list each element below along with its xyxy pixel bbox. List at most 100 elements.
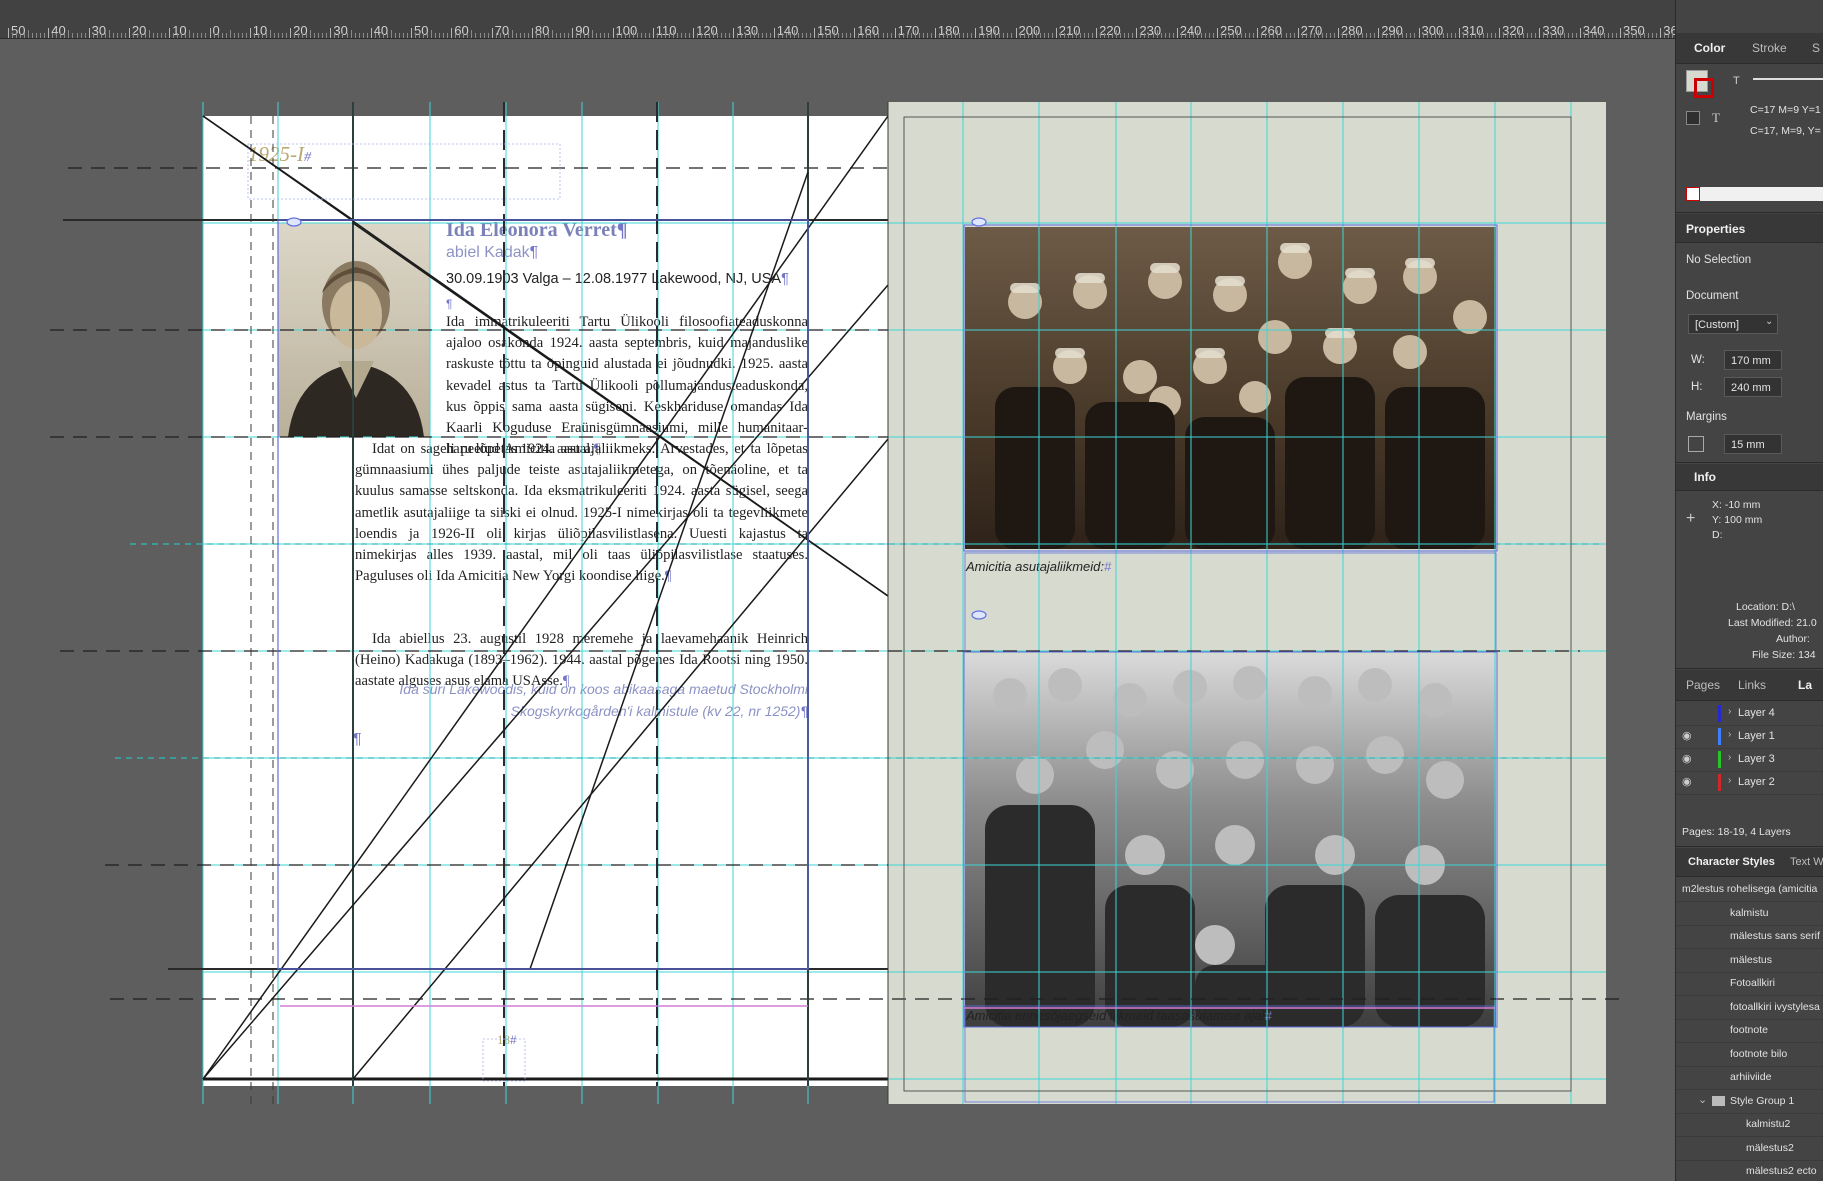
- ruler-label: 330: [1542, 23, 1565, 38]
- height-field[interactable]: 240 mm: [1724, 377, 1782, 397]
- ruler-minor-tick: [378, 33, 380, 38]
- properties-panel-header[interactable]: Properties: [1676, 214, 1823, 243]
- tab-text-wrap[interactable]: Text W: [1790, 856, 1823, 868]
- founders-group-photo[interactable]: [965, 227, 1496, 549]
- layers-panel-tabs[interactable]: Pages Links La: [1676, 670, 1823, 701]
- ruler-minor-tick: [1511, 33, 1513, 38]
- tab-character-styles[interactable]: Character Styles: [1688, 856, 1775, 868]
- character-style-item[interactable]: footnote bilo: [1676, 1043, 1823, 1067]
- ruler-minor-tick: [24, 33, 26, 38]
- character-style-item[interactable]: m2lestus rohelisega (amicitia: [1676, 878, 1823, 902]
- visibility-eye-icon[interactable]: ◉: [1682, 775, 1692, 788]
- burial-note[interactable]: Ida suri Lakewoodis, kuid on koos abikaa…: [355, 678, 808, 722]
- none-color-icon[interactable]: [1686, 187, 1700, 201]
- ruler-minor-tick: [1442, 33, 1444, 38]
- tab-swatches[interactable]: S: [1812, 41, 1820, 55]
- page-folio[interactable]: 18#: [497, 1032, 517, 1048]
- formatting-text-icon[interactable]: T: [1712, 110, 1720, 126]
- ruler-tick: [411, 28, 412, 38]
- ruler-tick: [1499, 28, 1501, 38]
- width-field[interactable]: 170 mm: [1724, 350, 1782, 370]
- caption-founders[interactable]: Amicitia asutajaliikmeid:#: [966, 559, 1111, 574]
- horizontal-ruler[interactable]: 50 40 30 20 10 0 10 20 30 40 50 60 70 80 90 100 110 120 13…: [0, 0, 1680, 39]
- life-dates-line[interactable]: 30.09.1903 Valga – 12.08.1977 Lakewood, …: [446, 271, 789, 287]
- caption-reunion[interactable]: Amicitia ennesõjaegseid liikmeid taasasu…: [966, 1008, 1272, 1023]
- tab-properties[interactable]: Properties: [1686, 222, 1745, 236]
- margins-field[interactable]: 15 mm: [1724, 434, 1782, 454]
- ruler-minor-tick: [467, 33, 469, 38]
- character-style-item[interactable]: footnote: [1676, 1019, 1823, 1043]
- margins-icon[interactable]: [1688, 436, 1704, 452]
- ruler-minor-tick: [402, 33, 404, 38]
- chevron-right-icon[interactable]: ›: [1728, 752, 1731, 763]
- married-name-line[interactable]: abiel Kadak¶: [446, 244, 538, 262]
- pilcrow: ¶: [800, 703, 808, 719]
- visibility-eye-icon[interactable]: ◉: [1682, 752, 1692, 765]
- style-group-item[interactable]: ⌄ Style Group 1: [1676, 1090, 1823, 1114]
- chevron-right-icon[interactable]: ›: [1728, 729, 1731, 740]
- layer-row[interactable]: › Layer 4: [1676, 702, 1823, 726]
- running-head[interactable]: 1925-I#: [248, 142, 311, 167]
- tab-stroke[interactable]: Stroke: [1752, 41, 1787, 55]
- ruler-label: 310: [1461, 23, 1484, 38]
- panels-dock[interactable]: Color Stroke S T C=17 M=9 Y=1 C=17, M=9,…: [1675, 0, 1823, 1181]
- chevron-down-icon[interactable]: ⌄: [1765, 316, 1773, 327]
- character-style-item[interactable]: mälestus sans serif: [1676, 925, 1823, 949]
- color-panel-tabs[interactable]: Color Stroke S: [1676, 33, 1823, 64]
- character-style-item[interactable]: mälestus2: [1676, 1137, 1823, 1161]
- ruler-minor-tick: [366, 33, 368, 38]
- ruler-minor-tick: [140, 33, 142, 38]
- character-styles-tabs[interactable]: Character Styles Text W: [1676, 848, 1823, 877]
- stroke-swatch[interactable]: [1694, 78, 1714, 98]
- character-style-item[interactable]: mälestus: [1676, 949, 1823, 973]
- tab-pages[interactable]: Pages: [1686, 678, 1720, 692]
- color-ramp[interactable]: [1686, 187, 1823, 201]
- character-style-item[interactable]: kalmistu: [1676, 902, 1823, 926]
- character-style-item[interactable]: arhiiviide: [1676, 1066, 1823, 1090]
- character-style-item[interactable]: kalmistu2: [1676, 1113, 1823, 1137]
- ruler-minor-tick: [1394, 33, 1396, 38]
- ruler-minor-tick: [717, 33, 719, 38]
- width-label: W:: [1691, 354, 1705, 366]
- visibility-eye-icon[interactable]: ◉: [1682, 729, 1692, 742]
- chevron-down-icon[interactable]: ⌄: [1698, 1093, 1707, 1106]
- ruler-tick: [8, 28, 9, 38]
- ruler-label: 220: [1099, 23, 1121, 38]
- ruler-minor-tick: [1329, 33, 1331, 38]
- ruler-minor-tick: [1084, 33, 1085, 38]
- tint-slider[interactable]: [1753, 78, 1823, 80]
- ruler-tick: [1136, 28, 1138, 38]
- document-canvas[interactable]: 1925-I# Ida Eleonora Verret¶ abiel Kadak…: [0, 39, 1675, 1181]
- chevron-right-icon[interactable]: ›: [1728, 775, 1731, 786]
- chevron-right-icon[interactable]: ›: [1728, 706, 1731, 717]
- ruler-minor-tick: [157, 33, 159, 38]
- text-formatting-icon[interactable]: T: [1733, 75, 1740, 87]
- reunion-group-photo[interactable]: [965, 655, 1496, 1027]
- ruler-minor-tick: [838, 33, 840, 38]
- tab-layers[interactable]: La: [1798, 678, 1812, 692]
- person-name-heading[interactable]: Ida Eleonora Verret¶: [446, 219, 628, 242]
- tab-color[interactable]: Color: [1694, 41, 1725, 55]
- portrait-photo[interactable]: [278, 223, 430, 437]
- tab-info[interactable]: Info: [1694, 470, 1716, 484]
- character-style-item[interactable]: fotoallkiri ivystylesa: [1676, 996, 1823, 1020]
- layer-row[interactable]: ◉ › Layer 2: [1676, 771, 1823, 795]
- info-panel-header[interactable]: Info: [1676, 464, 1823, 491]
- info-file-size: File Size: 134: [1752, 649, 1816, 661]
- ruler-minor-tick: [1624, 33, 1626, 38]
- layer-row[interactable]: ◉ › Layer 1: [1676, 725, 1823, 749]
- ruler-minor-tick: [495, 33, 497, 38]
- layer-row[interactable]: ◉ › Layer 3: [1676, 748, 1823, 772]
- character-style-item[interactable]: mälestus2 ecto: [1676, 1160, 1823, 1181]
- life-dates: 30.09.1903 Valga – 12.08.1977 Lakewood, …: [446, 271, 782, 287]
- ruler-minor-tick: [1434, 33, 1436, 38]
- ruler-tick: [612, 28, 614, 38]
- layer-color-swatch: [1718, 728, 1721, 745]
- formatting-container-icon[interactable]: [1686, 111, 1700, 125]
- biography-paragraph-2[interactable]: Idat on sageli peetud Amicitia asutajali…: [355, 439, 808, 587]
- tab-links[interactable]: Links: [1738, 678, 1766, 692]
- ruler-minor-tick: [1067, 33, 1069, 38]
- ruler-minor-tick: [1321, 33, 1323, 38]
- character-style-item[interactable]: Fotoallkiri: [1676, 972, 1823, 996]
- ruler-minor-tick: [1515, 33, 1517, 38]
